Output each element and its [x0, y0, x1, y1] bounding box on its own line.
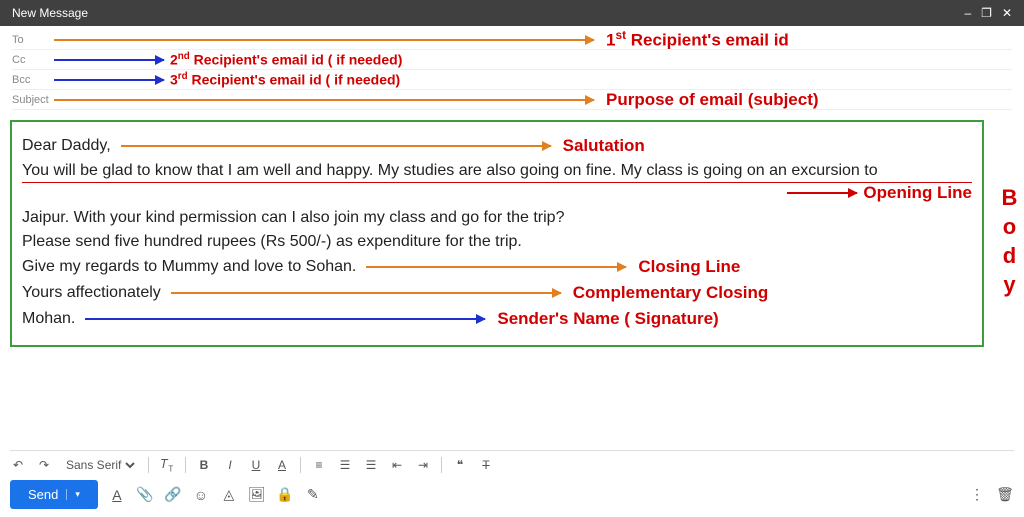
separator [300, 457, 301, 473]
quote-icon[interactable]: ❝ [452, 458, 468, 472]
text-color-icon[interactable]: A [274, 458, 290, 472]
bold-icon[interactable]: B [196, 458, 212, 472]
font-size-icon[interactable]: 𝑇T [159, 457, 175, 473]
complementary-line: Yours affectionately Complementary Closi… [22, 283, 972, 303]
annot-subject: Purpose of email (subject) [606, 90, 819, 110]
link-icon[interactable]: 🔗 [164, 486, 182, 503]
emoji-icon[interactable]: ☺ [192, 487, 210, 503]
separator [185, 457, 186, 473]
subject-row[interactable]: Subject Purpose of email (subject) [12, 90, 1012, 110]
arrow-cc [54, 59, 164, 61]
separator [441, 457, 442, 473]
attach-icon[interactable]: 📎 [136, 486, 154, 503]
salutation-text: Dear Daddy, [22, 137, 111, 155]
signature-line: Mohan. Sender's Name ( Signature) [22, 309, 972, 329]
confidential-icon[interactable]: 🔒 [276, 486, 294, 503]
body-text-2: Jaipur. With your kind permission can I … [22, 209, 564, 227]
annot-opening: Opening Line [863, 183, 972, 203]
align-icon[interactable]: ≡ [311, 458, 327, 472]
closing-line: Give my regards to Mummy and love to Soh… [22, 257, 972, 277]
bcc-row[interactable]: Bcc 3rd Recipient's email id ( if needed… [12, 70, 1012, 90]
body-line-2: Jaipur. With your kind permission can I … [22, 209, 972, 227]
bullet-list-icon[interactable]: ☰ [363, 458, 379, 472]
email-body-box[interactable]: Dear Daddy, Salutation You will be glad … [10, 120, 984, 347]
body-text-1: You will be glad to know that I am well … [22, 162, 878, 180]
maximize-icon[interactable]: ❐ [981, 0, 992, 26]
indent-less-icon[interactable]: ⇤ [389, 458, 405, 472]
indent-more-icon[interactable]: ⇥ [415, 458, 431, 472]
arrow-subject [54, 99, 594, 101]
arrow-salutation [121, 145, 551, 147]
signature-text: Mohan. [22, 310, 75, 328]
arrow-opening [787, 192, 857, 194]
opening-annot-row: Opening Line [22, 183, 972, 203]
body-line-1: You will be glad to know that I am well … [22, 162, 972, 180]
cc-label: Cc [12, 54, 52, 66]
italic-icon[interactable]: I [222, 458, 238, 472]
format-toolbar: ↶ ↷ Sans Serif 𝑇T B I U A ≡ ☰ ☰ ⇤ ⇥ ❝ T [10, 450, 1014, 473]
trash-icon[interactable]: 🗑 [996, 486, 1014, 503]
annot-complementary: Complementary Closing [573, 283, 769, 303]
complementary-text: Yours affectionately [22, 284, 161, 302]
annot-signature: Sender's Name ( Signature) [497, 309, 718, 329]
more-icon[interactable]: ⋮ [968, 486, 986, 503]
window-controls: – ❐ ✕ [964, 0, 1012, 26]
titlebar: New Message – ❐ ✕ [0, 0, 1024, 26]
arrow-closing [366, 266, 626, 268]
font-select[interactable]: Sans Serif [62, 457, 138, 473]
body-text-4: Give my regards to Mummy and love to Soh… [22, 258, 356, 276]
numbered-list-icon[interactable]: ☰ [337, 458, 353, 472]
body-text-3: Please send five hundred rupees (Rs 500/… [22, 233, 522, 251]
arrow-to [54, 39, 594, 41]
to-label: To [12, 34, 52, 46]
subject-label: Subject [12, 94, 52, 106]
annot-to: 1st Recipient's email id [606, 28, 789, 51]
arrow-bcc [54, 79, 164, 81]
pen-icon[interactable]: ✎ [304, 486, 322, 503]
body-line-3: Please send five hundred rupees (Rs 500/… [22, 233, 972, 251]
redo-icon[interactable]: ↷ [36, 458, 52, 472]
send-button[interactable]: Send [10, 480, 98, 509]
bottom-bar: Send A 📎 🔗 ☺ ◬ 🖼 🔒 ✎ ⋮ 🗑 [10, 480, 1014, 509]
underline-icon[interactable]: U [248, 458, 264, 472]
arrow-complementary [171, 292, 561, 294]
body-vertical-label: Body [996, 185, 1022, 301]
arrow-signature [85, 318, 485, 320]
cc-row[interactable]: Cc 2nd Recipient's email id ( if needed) [12, 50, 1012, 70]
close-icon[interactable]: ✕ [1002, 0, 1012, 26]
to-row[interactable]: To 1st Recipient's email id [12, 30, 1012, 50]
minimize-icon[interactable]: – [964, 0, 971, 26]
undo-icon[interactable]: ↶ [10, 458, 26, 472]
separator [148, 457, 149, 473]
drive-icon[interactable]: ◬ [220, 486, 238, 503]
window-title: New Message [12, 0, 88, 26]
formatting-icon[interactable]: A [108, 487, 126, 503]
annot-bcc: 3rd Recipient's email id ( if needed) [170, 71, 400, 88]
annot-cc: 2nd Recipient's email id ( if needed) [170, 51, 402, 68]
bcc-label: Bcc [12, 74, 52, 86]
strike-icon[interactable]: T [478, 458, 494, 472]
header-fields: To 1st Recipient's email id Cc 2nd Recip… [0, 26, 1024, 114]
image-icon[interactable]: 🖼 [248, 486, 266, 503]
annot-closing: Closing Line [638, 257, 740, 277]
salutation-line: Dear Daddy, Salutation [22, 136, 972, 156]
annot-salutation: Salutation [563, 136, 645, 156]
